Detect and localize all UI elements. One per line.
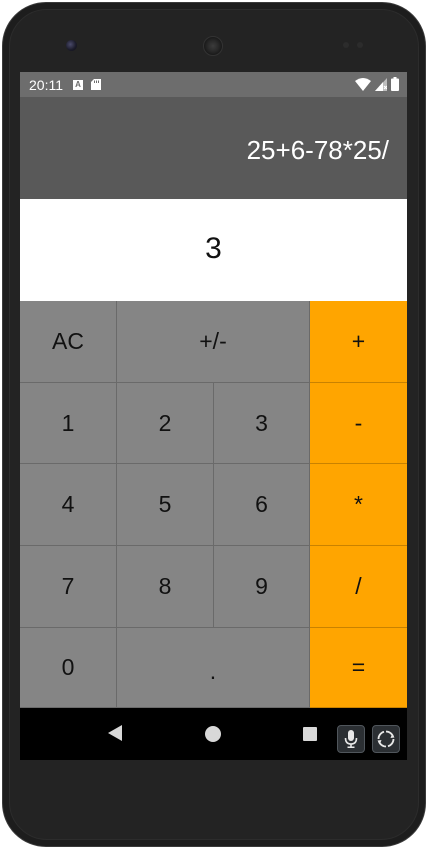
rotate-icon	[377, 730, 395, 748]
digit-7-button[interactable]: 7	[20, 546, 117, 628]
digit-6-button[interactable]: 6	[214, 464, 310, 546]
back-icon[interactable]	[108, 725, 122, 741]
signal-icon	[375, 77, 387, 91]
screen: 20:11 A 25+6-78*25/ 3 AC +/- + 1 2 3 - 4…	[20, 72, 407, 760]
subtract-button[interactable]: -	[310, 383, 407, 464]
digit-9-button[interactable]: 9	[214, 546, 310, 628]
decimal-button[interactable]: .	[117, 628, 310, 708]
digit-2-button[interactable]: 2	[117, 383, 214, 464]
speaker-icon	[203, 36, 223, 56]
rotate-button[interactable]	[372, 725, 400, 753]
add-button[interactable]: +	[310, 301, 407, 383]
microphone-icon	[344, 730, 358, 748]
result-display: 3	[20, 199, 407, 301]
navigation-bar	[20, 708, 407, 760]
device: 20:11 A 25+6-78*25/ 3 AC +/- + 1 2 3 - 4…	[0, 0, 428, 849]
status-time: 20:11	[29, 76, 63, 93]
home-icon[interactable]	[205, 726, 221, 742]
camera-icon	[66, 40, 77, 51]
recents-icon[interactable]	[303, 727, 317, 741]
notification-a-icon: A	[73, 79, 83, 90]
sensor-dot	[343, 42, 349, 48]
keypad: AC +/- + 1 2 3 - 4 5 6 * 7 8 9 / 0 . =	[20, 301, 407, 708]
microphone-button[interactable]	[337, 725, 365, 753]
sd-card-icon	[91, 79, 101, 90]
battery-icon	[391, 77, 399, 91]
status-icons	[355, 77, 399, 91]
sensor-dot	[357, 42, 363, 48]
multiply-button[interactable]: *	[310, 464, 407, 546]
expression-text: 25+6-78*25/	[246, 135, 389, 165]
result-text: 3	[205, 232, 222, 265]
digit-3-button[interactable]: 3	[214, 383, 310, 464]
plus-minus-button[interactable]: +/-	[117, 301, 310, 383]
digit-4-button[interactable]: 4	[20, 464, 117, 546]
divide-button[interactable]: /	[310, 546, 407, 628]
ac-button[interactable]: AC	[20, 301, 117, 383]
expression-display: 25+6-78*25/	[20, 97, 407, 199]
digit-8-button[interactable]: 8	[117, 546, 214, 628]
status-bar: 20:11 A	[20, 72, 407, 97]
equals-button[interactable]: =	[310, 628, 407, 708]
digit-0-button[interactable]: 0	[20, 628, 117, 708]
digit-1-button[interactable]: 1	[20, 383, 117, 464]
wifi-icon	[355, 77, 371, 91]
digit-5-button[interactable]: 5	[117, 464, 214, 546]
